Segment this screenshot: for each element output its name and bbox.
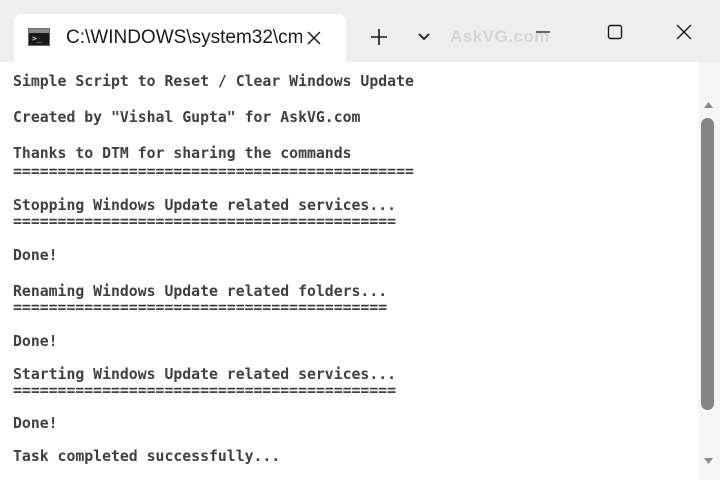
console-divider: ========================================… [13, 382, 397, 399]
close-button[interactable] [660, 14, 708, 50]
console-line: Thanks to DTM for sharing the commands [13, 145, 352, 162]
title-bar[interactable]: >_ C:\WINDOWS\system32\cmd.exe AskVG.com [0, 0, 720, 62]
tab-cmd[interactable]: >_ C:\WINDOWS\system32\cmd.exe [14, 14, 346, 62]
minimize-button[interactable] [519, 14, 567, 50]
vertical-scrollbar[interactable] [698, 62, 720, 480]
terminal-window: >_ C:\WINDOWS\system32\cmd.exe AskVG.com [0, 0, 720, 480]
maximize-button[interactable] [591, 14, 639, 50]
scrollbar-thumb[interactable] [701, 118, 714, 410]
console-line: Done! [13, 333, 58, 350]
minimize-icon [536, 31, 550, 33]
console-divider: ========================================… [13, 299, 388, 316]
chevron-down-icon [418, 33, 430, 41]
console-divider: ========================================… [13, 163, 414, 180]
console-line: Done! [13, 415, 58, 432]
terminal-icon: >_ [28, 28, 50, 46]
console-line: Simple Script to Reset / Clear Windows U… [13, 73, 414, 90]
console-line: Task completed successfully... [13, 448, 281, 465]
close-icon [676, 24, 692, 40]
scroll-up-arrow-icon[interactable] [704, 102, 713, 108]
tab-dropdown-button[interactable] [409, 22, 439, 52]
close-icon [307, 31, 321, 45]
scroll-down-arrow-icon[interactable] [704, 458, 713, 464]
new-tab-button[interactable] [364, 22, 394, 52]
console-output[interactable]: Simple Script to Reset / Clear Windows U… [0, 62, 698, 480]
console-line: Created by "Vishal Gupta" for AskVG.com [13, 109, 361, 126]
console-line: Done! [13, 247, 58, 264]
maximize-icon [607, 24, 623, 40]
tab-close-button[interactable] [300, 24, 328, 52]
console-divider: ========================================… [13, 213, 397, 230]
plus-icon [371, 29, 387, 45]
tab-title: C:\WINDOWS\system32\cmd.exe [66, 27, 302, 48]
